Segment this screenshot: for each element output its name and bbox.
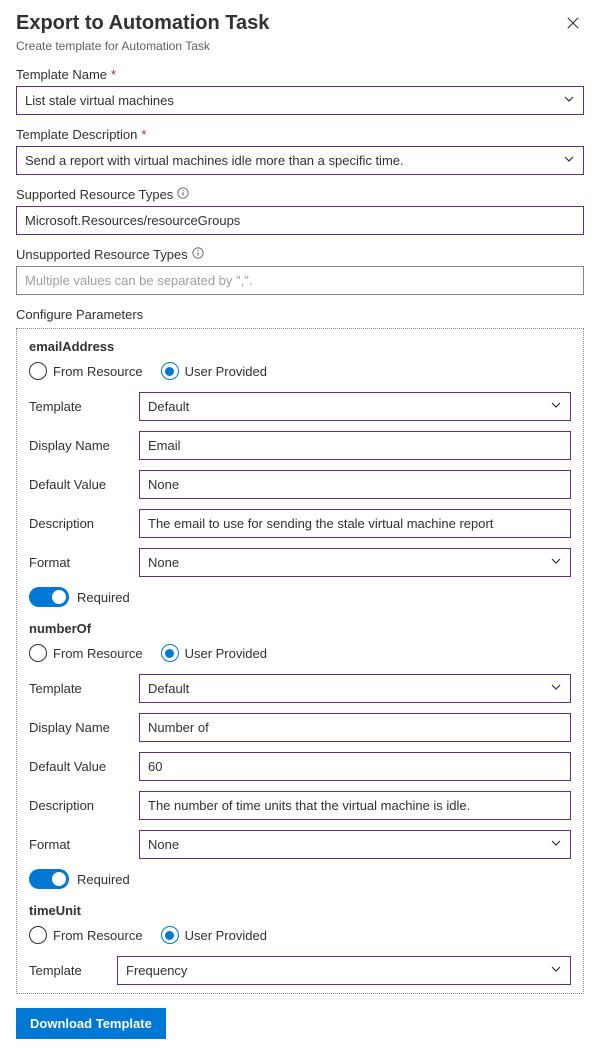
template-name-value: List stale virtual machines xyxy=(25,93,174,108)
page-title: Export to Automation Task xyxy=(16,12,269,35)
radio-user-provided-label: User Provided xyxy=(185,928,267,943)
close-button[interactable] xyxy=(562,12,584,37)
param-format-select[interactable]: None xyxy=(139,830,571,859)
chevron-down-icon xyxy=(550,963,562,978)
param-format-label: Format xyxy=(29,837,131,852)
close-icon xyxy=(566,18,580,33)
param-default-value-input[interactable]: 60 xyxy=(139,752,571,781)
param-name: emailAddress xyxy=(29,339,571,354)
radio-from-resource-label: From Resource xyxy=(53,364,143,379)
param-format-select[interactable]: None xyxy=(139,548,571,577)
template-description-dropdown[interactable]: Send a report with virtual machines idle… xyxy=(16,146,584,175)
chevron-down-icon xyxy=(550,681,562,696)
param-description-label: Description xyxy=(29,798,131,813)
supported-types-value: Microsoft.Resources/resourceGroups xyxy=(25,213,240,228)
required-toggle[interactable] xyxy=(29,869,69,889)
download-template-button[interactable]: Download Template xyxy=(16,1008,166,1039)
radio-user-provided[interactable]: User Provided xyxy=(161,644,267,662)
param-template-label: Template xyxy=(29,681,131,696)
param-description-input[interactable]: The number of time units that the virtua… xyxy=(139,791,571,820)
info-icon[interactable] xyxy=(192,247,204,262)
parameters-container: emailAddress From Resource User Provided… xyxy=(16,328,584,994)
param-template-select[interactable]: Frequency xyxy=(117,956,571,985)
radio-from-resource[interactable]: From Resource xyxy=(29,644,143,662)
unsupported-types-label: Unsupported Resource Types xyxy=(16,247,584,262)
param-display-name-label: Display Name xyxy=(29,438,131,453)
radio-from-resource-label: From Resource xyxy=(53,646,143,661)
configure-parameters-label: Configure Parameters xyxy=(16,307,584,322)
param-template-label: Template xyxy=(29,399,131,414)
param-display-name-label: Display Name xyxy=(29,720,131,735)
unsupported-types-input[interactable]: Multiple values can be separated by ",". xyxy=(16,266,584,295)
radio-user-provided[interactable]: User Provided xyxy=(161,362,267,380)
param-description-input[interactable]: The email to use for sending the stale v… xyxy=(139,509,571,538)
required-label: Required xyxy=(77,872,130,887)
chevron-down-icon xyxy=(563,93,575,108)
radio-from-resource-label: From Resource xyxy=(53,928,143,943)
unsupported-types-placeholder: Multiple values can be separated by ",". xyxy=(25,273,252,288)
page-subtitle: Create template for Automation Task xyxy=(16,39,584,53)
required-label: Required xyxy=(77,590,130,605)
radio-user-provided-label: User Provided xyxy=(185,646,267,661)
param-default-value-label: Default Value xyxy=(29,477,131,492)
radio-user-provided[interactable]: User Provided xyxy=(161,926,267,944)
template-description-label: Template Description * xyxy=(16,127,584,142)
param-name: numberOf xyxy=(29,621,571,636)
param-display-name-input[interactable]: Email xyxy=(139,431,571,460)
radio-from-resource[interactable]: From Resource xyxy=(29,362,143,380)
chevron-down-icon xyxy=(550,555,562,570)
param-default-value-label: Default Value xyxy=(29,759,131,774)
param-template-label: Template xyxy=(29,963,109,978)
template-name-dropdown[interactable]: List stale virtual machines xyxy=(16,86,584,115)
template-description-value: Send a report with virtual machines idle… xyxy=(25,153,404,168)
param-template-select[interactable]: Default xyxy=(139,674,571,703)
required-toggle[interactable] xyxy=(29,587,69,607)
supported-types-label: Supported Resource Types xyxy=(16,187,584,202)
param-template-select[interactable]: Default xyxy=(139,392,571,421)
chevron-down-icon xyxy=(550,399,562,414)
supported-types-input[interactable]: Microsoft.Resources/resourceGroups xyxy=(16,206,584,235)
param-name: timeUnit xyxy=(29,903,571,918)
info-icon[interactable] xyxy=(177,187,189,202)
param-default-value-input[interactable]: None xyxy=(139,470,571,499)
template-name-label: Template Name * xyxy=(16,67,584,82)
radio-from-resource[interactable]: From Resource xyxy=(29,926,143,944)
param-display-name-input[interactable]: Number of xyxy=(139,713,571,742)
param-description-label: Description xyxy=(29,516,131,531)
radio-user-provided-label: User Provided xyxy=(185,364,267,379)
chevron-down-icon xyxy=(563,153,575,168)
chevron-down-icon xyxy=(550,837,562,852)
param-format-label: Format xyxy=(29,555,131,570)
